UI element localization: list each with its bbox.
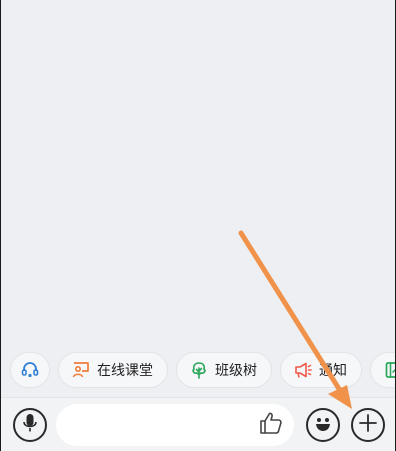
tree-icon [189, 360, 209, 380]
online-class-icon [71, 360, 91, 380]
like-button[interactable] [257, 411, 285, 439]
quick-action-class-tree[interactable]: 班级树 [176, 352, 272, 388]
chat-screen: 在线课堂 班级树 通知 [0, 0, 396, 451]
voice-button[interactable] [13, 408, 47, 442]
quick-action-bar: 在线课堂 班级树 通知 [1, 350, 395, 390]
microphone-icon [22, 413, 38, 437]
plus-icon [358, 413, 378, 437]
quick-action-label: 通知 [319, 363, 347, 379]
quick-action-notebook[interactable] [370, 352, 395, 388]
quick-action-headset[interactable] [10, 352, 50, 388]
headset-icon [20, 360, 40, 380]
emoji-button[interactable] [306, 408, 340, 442]
thumbs-up-icon [258, 410, 284, 440]
quick-action-notice[interactable]: 通知 [280, 352, 362, 388]
quick-action-label: 在线课堂 [97, 363, 153, 379]
input-toolbar [1, 397, 395, 451]
more-button[interactable] [351, 408, 385, 442]
notebook-icon [383, 360, 395, 380]
quick-action-label: 班级树 [215, 363, 257, 379]
megaphone-icon [293, 360, 313, 380]
message-area[interactable] [1, 0, 395, 345]
emoji-icon [311, 411, 335, 439]
quick-action-online-class[interactable]: 在线课堂 [58, 352, 168, 388]
